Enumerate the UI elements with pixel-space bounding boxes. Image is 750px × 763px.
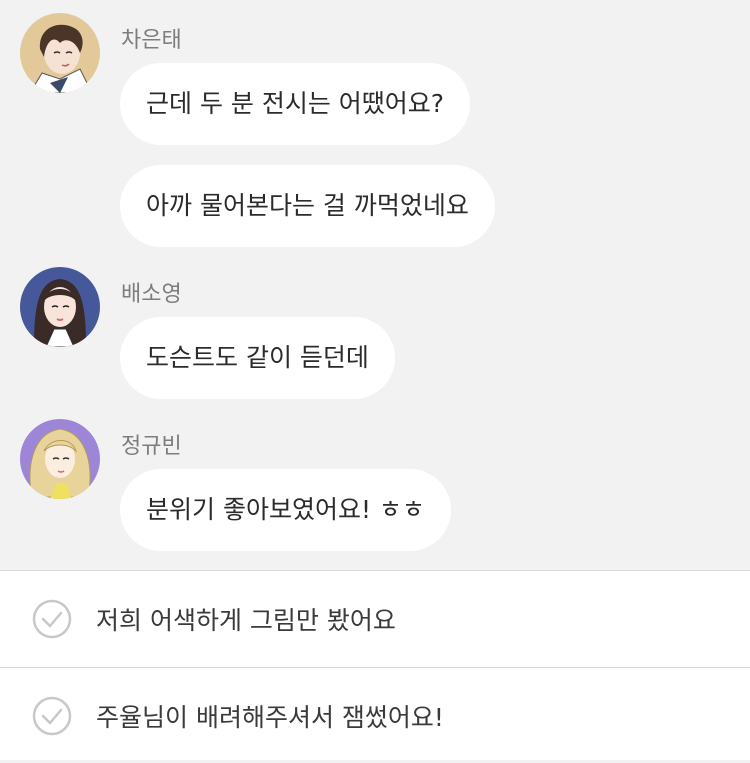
reply-choices: 저희 어색하게 그림만 봤어요 주율님이 배려해주셔서 잼썼어요!: [0, 570, 750, 760]
girl-portrait-icon: [20, 267, 100, 347]
message-bubble: 아까 물어본다는 걸 까먹었네요: [120, 165, 495, 247]
check-circle-icon: [32, 599, 72, 639]
check-circle-icon: [32, 696, 72, 735]
message-bubble: 도슨트도 같이 듣던데: [120, 317, 395, 399]
reply-choice-1[interactable]: 저희 어색하게 그림만 봤어요: [0, 571, 750, 667]
avatar-jeonggyubin[interactable]: [20, 419, 100, 499]
reply-choice-label: 주율님이 배려해주셔서 잼썼어요!: [96, 702, 444, 732]
boy-portrait-icon: [20, 13, 100, 93]
chat-area: 차은태 근데 두 분 전시는 어땠어요? 아까 물어본다는 걸 까먹었네요 배소…: [0, 0, 750, 570]
sender-name: 정규빈: [121, 434, 182, 459]
curly-hair-girl-portrait-icon: [20, 419, 100, 499]
reply-choice-2[interactable]: 주율님이 배려해주셔서 잼썼어요!: [0, 667, 750, 763]
sender-name: 배소영: [121, 282, 182, 307]
message-bubble: 근데 두 분 전시는 어땠어요?: [120, 63, 471, 145]
avatar-baesoyoung[interactable]: [20, 267, 100, 347]
message-bubble: 분위기 좋아보였어요! ㅎㅎ: [120, 469, 451, 551]
reply-choice-label: 저희 어색하게 그림만 봤어요: [96, 606, 396, 635]
sender-name: 차은태: [121, 28, 182, 53]
avatar-chaeuntae[interactable]: [20, 13, 100, 93]
